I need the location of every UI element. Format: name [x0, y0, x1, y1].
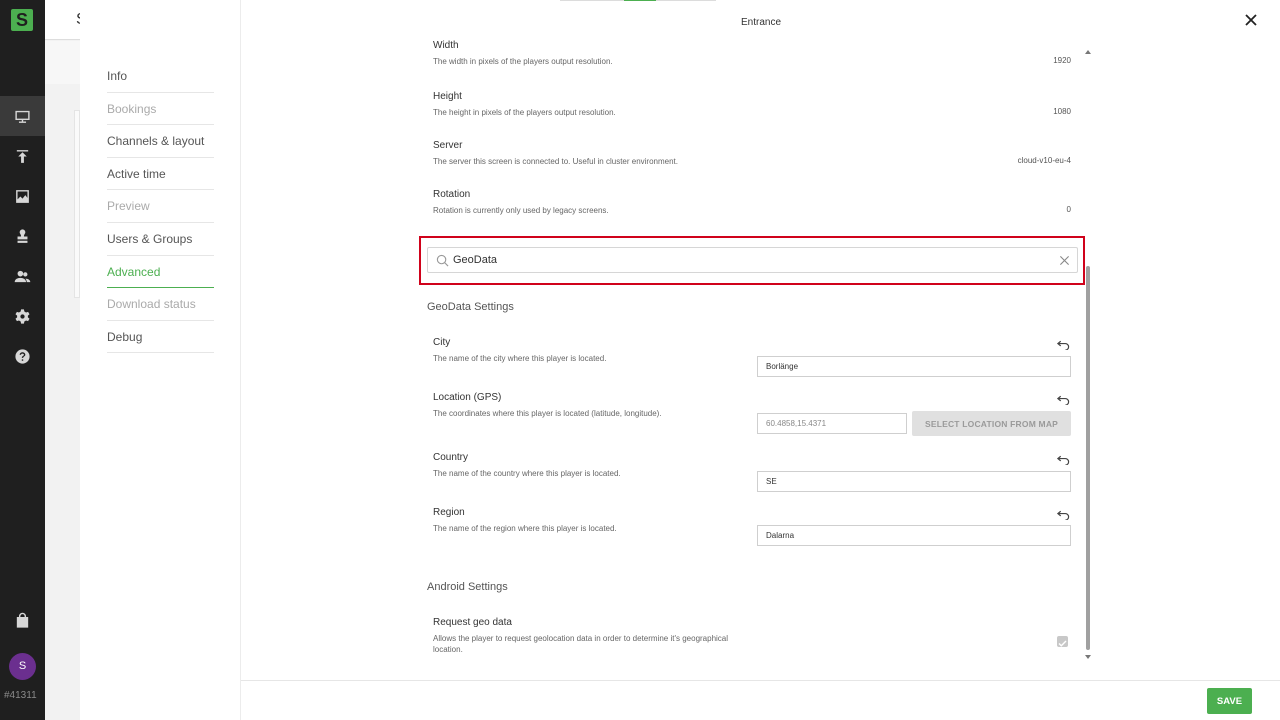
nav-item-channels-layout[interactable]: Channels & layout	[107, 125, 214, 158]
setting-desc: Rotation is currently only used by legac…	[433, 206, 609, 215]
nav-item-users-groups[interactable]: Users & Groups	[107, 223, 214, 256]
setting-width: Width The width in pixels of the players…	[433, 40, 1071, 67]
monitor-icon[interactable]	[0, 96, 45, 136]
nav-item-advanced[interactable]: Advanced	[107, 256, 214, 289]
image-icon[interactable]	[0, 176, 45, 216]
setting-server: Server The server this screen is connect…	[433, 140, 1071, 167]
city-field[interactable]	[757, 356, 1071, 377]
settings-nav: Info Bookings Channels & layout Active t…	[107, 60, 214, 354]
region-field[interactable]	[757, 525, 1071, 546]
setting-title: Region	[433, 507, 465, 518]
upload-icon[interactable]	[0, 136, 45, 176]
nav-item-active-time[interactable]: Active time	[107, 158, 214, 191]
close-icon[interactable]	[1243, 12, 1259, 28]
modal-footer	[241, 680, 1280, 720]
settings-content: Width The width in pixels of the players…	[241, 40, 1280, 680]
scroll-thumb[interactable]	[1086, 266, 1090, 650]
save-button[interactable]: SAVE	[1207, 688, 1252, 714]
nav-item-preview[interactable]: Preview	[107, 190, 214, 223]
nav-item-info[interactable]: Info	[107, 60, 214, 93]
select-location-button[interactable]: SELECT LOCATION FROM MAP	[912, 411, 1071, 436]
setting-title: City	[433, 337, 451, 348]
setting-title: Request geo data	[433, 617, 512, 628]
scroll-down-arrow-icon[interactable]	[1085, 655, 1091, 659]
nav-item-debug[interactable]: Debug	[107, 321, 214, 354]
setting-value: 0	[1066, 205, 1071, 214]
stamp-icon[interactable]	[0, 216, 45, 256]
reset-region-icon[interactable]	[1056, 507, 1070, 521]
setting-desc: The server this screen is connected to. …	[433, 157, 678, 166]
setting-value: 1080	[1053, 107, 1071, 116]
setting-title: Country	[433, 452, 469, 463]
request-geo-checkbox[interactable]	[1057, 636, 1068, 647]
setting-height: Height The height in pixels of the playe…	[433, 91, 1071, 118]
setting-title: Location (GPS)	[433, 392, 502, 403]
reset-country-icon[interactable]	[1056, 452, 1070, 466]
android-heading: Android Settings	[427, 581, 508, 593]
reset-location-icon[interactable]	[1056, 392, 1070, 406]
background-topbar	[45, 0, 80, 40]
scroll-up-arrow-icon[interactable]	[1085, 50, 1091, 54]
reset-city-icon[interactable]	[1056, 337, 1070, 351]
avatar[interactable]: S	[9, 653, 36, 680]
background-app: S	[45, 0, 87, 720]
setting-value: cloud-v10-eu-4	[1017, 156, 1071, 165]
app-logo[interactable]: S	[11, 9, 33, 31]
users-icon[interactable]	[0, 256, 45, 296]
setting-title: Width	[433, 40, 459, 51]
setting-title: Server	[433, 140, 463, 151]
setting-desc: Allows the player to request geolocation…	[433, 634, 729, 654]
modal-title: Entrance	[741, 17, 782, 28]
nav-item-bookings[interactable]: Bookings	[107, 93, 214, 126]
help-icon[interactable]	[0, 336, 45, 376]
clear-search-icon[interactable]	[1059, 255, 1070, 266]
left-rail: S S #41311	[0, 0, 45, 720]
gps-field[interactable]	[757, 413, 907, 434]
nav-item-download-status[interactable]: Download status	[107, 288, 214, 321]
tab-active-indicator	[624, 0, 656, 1]
setting-rotation: Rotation Rotation is currently only used…	[433, 189, 1071, 216]
account-id: #41311	[4, 690, 37, 701]
settings-search	[427, 247, 1078, 273]
setting-desc: The height in pixels of the players outp…	[433, 108, 616, 117]
country-field[interactable]	[757, 471, 1071, 492]
screen-settings-modal: Entrance Info Bookings Channels & layout…	[80, 0, 1280, 720]
setting-value: 1920	[1053, 56, 1071, 65]
search-input[interactable]	[453, 251, 1043, 269]
geodata-heading: GeoData Settings	[427, 301, 514, 313]
setting-desc: The width in pixels of the players outpu…	[433, 57, 613, 66]
setting-request-geo: Request geo data Allows the player to re…	[433, 617, 733, 655]
bag-icon[interactable]	[0, 600, 45, 640]
background-subbar	[45, 41, 80, 84]
search-icon	[436, 254, 449, 267]
setting-title: Height	[433, 91, 462, 102]
setting-title: Rotation	[433, 189, 471, 200]
gear-icon[interactable]	[0, 296, 45, 336]
